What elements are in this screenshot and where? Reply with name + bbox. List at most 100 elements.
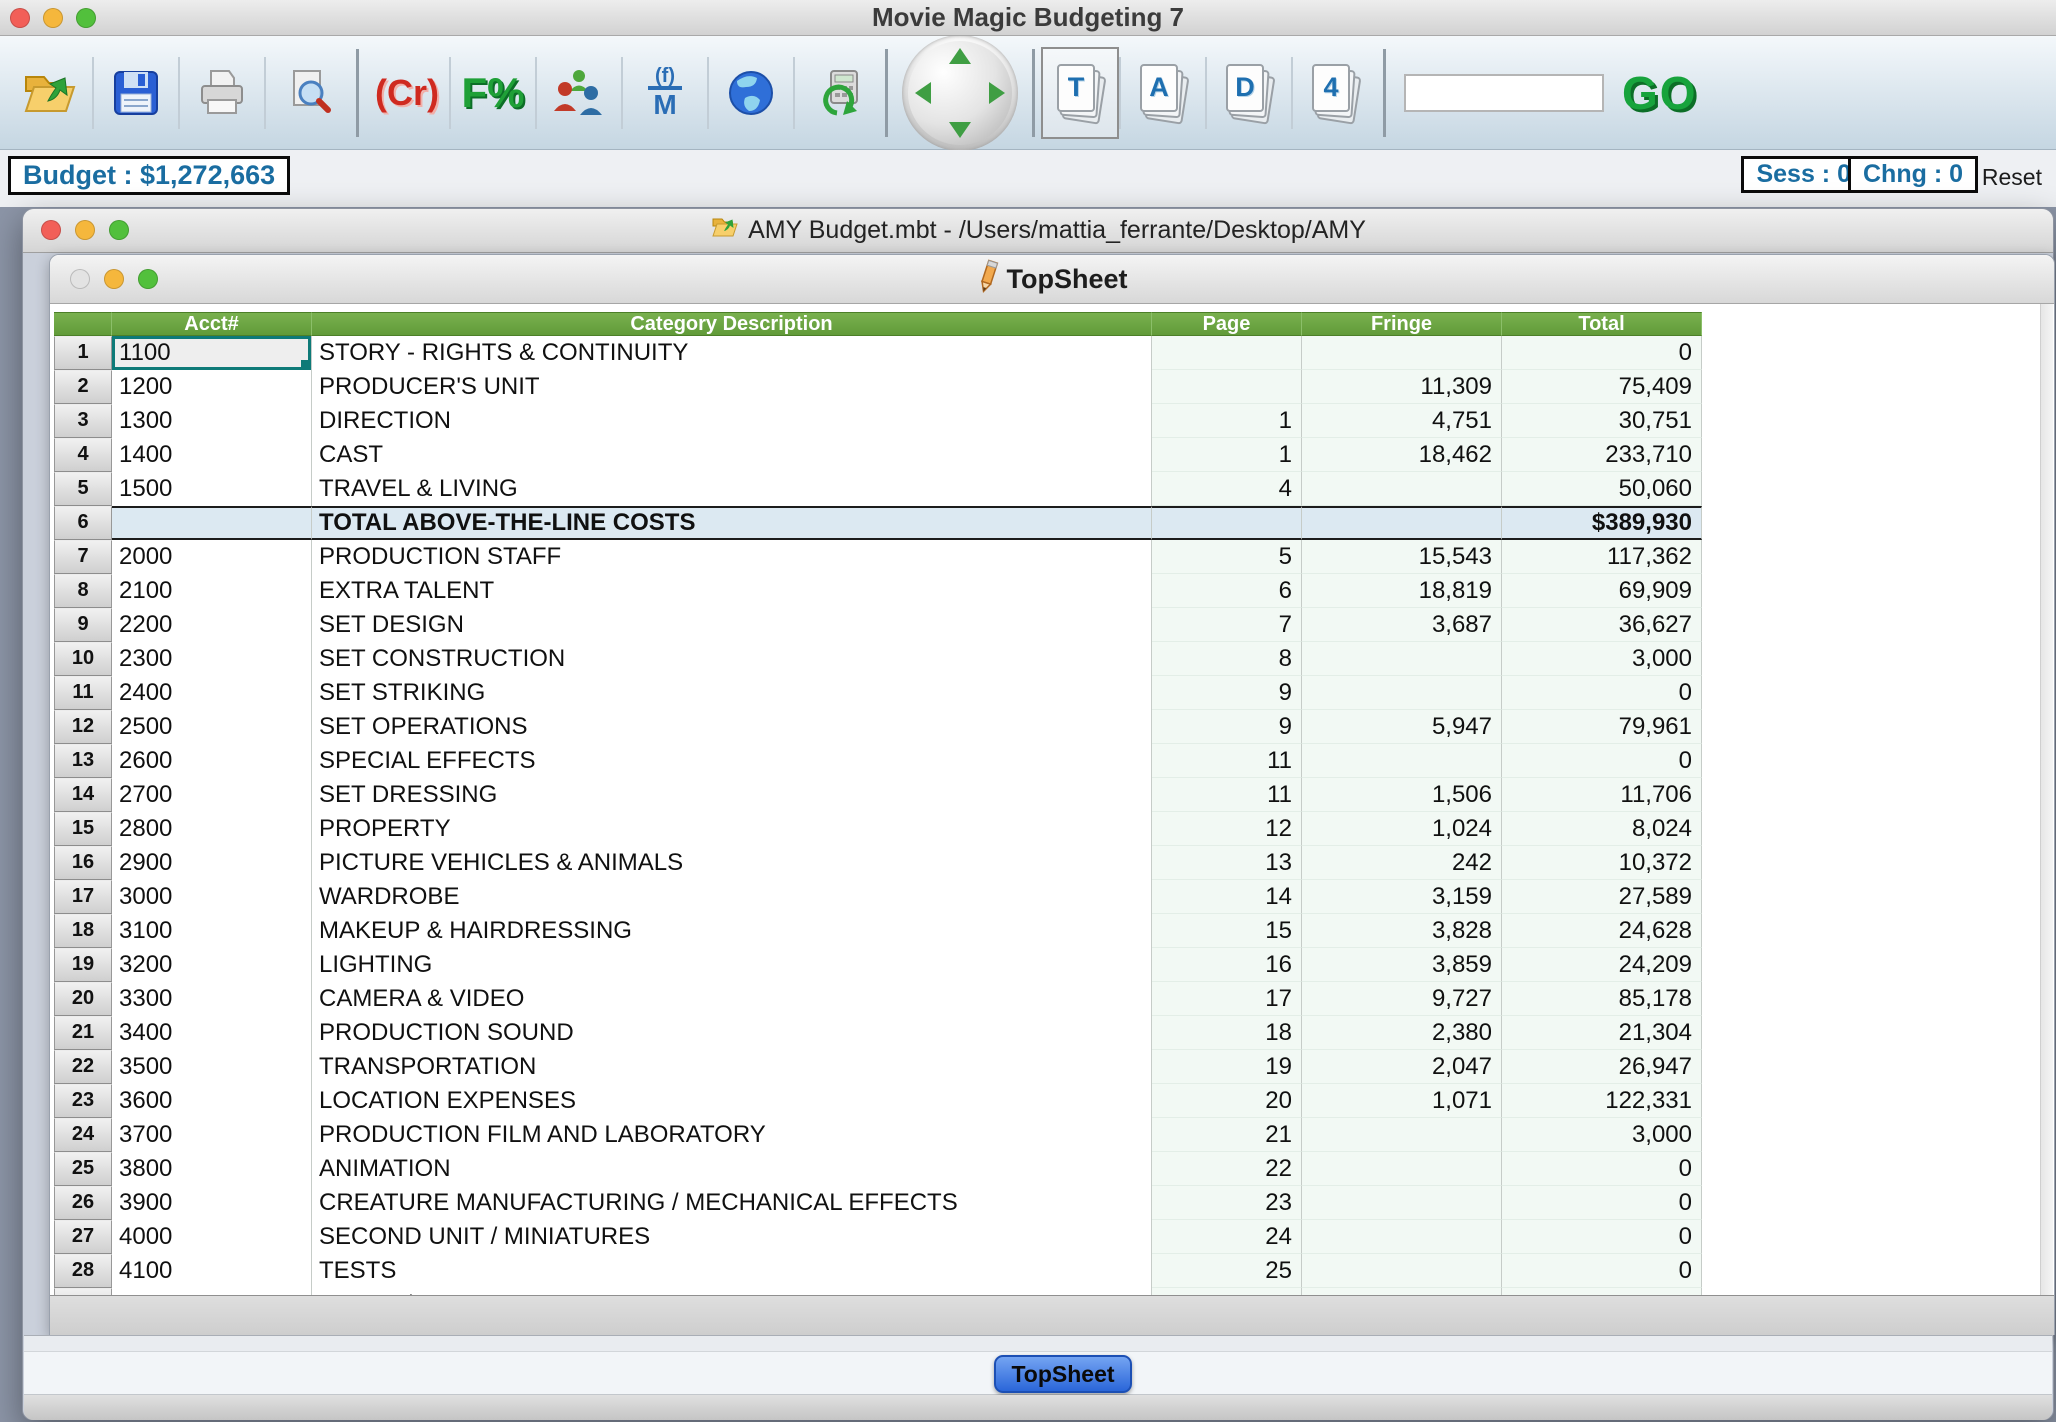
cell-acct[interactable]: 2800: [112, 812, 312, 846]
cell-acct[interactable]: 2900: [112, 846, 312, 880]
row-number[interactable]: 15: [54, 812, 112, 846]
cell-total[interactable]: 24,209: [1502, 948, 1702, 982]
open-file-button[interactable]: [8, 43, 92, 143]
cell-total[interactable]: 75,409: [1502, 370, 1702, 404]
close-button[interactable]: [41, 220, 61, 240]
row-number[interactable]: 27: [54, 1220, 112, 1254]
cell-page[interactable]: 1: [1152, 404, 1302, 438]
cell-desc[interactable]: TESTS: [312, 1254, 1152, 1288]
nav-up-icon[interactable]: [949, 48, 971, 64]
cell-total[interactable]: 122,331: [1502, 1084, 1702, 1118]
cell-acct[interactable]: 3700: [112, 1118, 312, 1152]
cell-total[interactable]: 0: [1502, 1254, 1702, 1288]
cell-fringe[interactable]: 15,543: [1302, 540, 1502, 574]
cell-total[interactable]: 0: [1502, 1220, 1702, 1254]
cell-fringe[interactable]: 1,024: [1302, 812, 1502, 846]
row-number[interactable]: 16: [54, 846, 112, 880]
cell-acct[interactable]: 3900: [112, 1186, 312, 1220]
cell-total[interactable]: 0: [1502, 676, 1702, 710]
cell-desc[interactable]: SET OPERATIONS: [312, 710, 1152, 744]
account-level-button[interactable]: A: [1121, 43, 1205, 143]
cell-desc[interactable]: SET DRESSING: [312, 778, 1152, 812]
cell-total[interactable]: 117,362: [1502, 540, 1702, 574]
go-input[interactable]: [1404, 74, 1604, 112]
cell-fringe[interactable]: [1302, 676, 1502, 710]
cell-fringe[interactable]: [1302, 1288, 1502, 1295]
cell-fringe[interactable]: 9,727: [1302, 982, 1502, 1016]
row-number[interactable]: 29: [54, 1288, 112, 1295]
cell-desc[interactable]: EXTRA TALENT: [312, 574, 1152, 608]
row-number[interactable]: 7: [54, 540, 112, 574]
cell-fringe[interactable]: [1302, 1152, 1502, 1186]
cell-acct[interactable]: 3300: [112, 982, 312, 1016]
cell-fringe[interactable]: 3,859: [1302, 948, 1502, 982]
cell-acct[interactable]: 2000: [112, 540, 312, 574]
cell-page[interactable]: 14: [1152, 880, 1302, 914]
vertical-scrollbar[interactable]: [2040, 304, 2053, 1295]
cell-acct[interactable]: 3400: [112, 1016, 312, 1050]
recalculate-button[interactable]: [795, 43, 879, 143]
cell-total[interactable]: 3,000: [1502, 1118, 1702, 1152]
detail-level-button[interactable]: D: [1207, 43, 1291, 143]
horizontal-scrollbar[interactable]: [50, 1295, 2054, 1335]
cell-page[interactable]: 1: [1152, 438, 1302, 472]
cell-acct[interactable]: 3100: [112, 914, 312, 948]
cell-total[interactable]: 36,627: [1502, 608, 1702, 642]
row-number[interactable]: 11: [54, 676, 112, 710]
cell-desc[interactable]: CAST: [312, 438, 1152, 472]
cell-fringe[interactable]: 11,309: [1302, 370, 1502, 404]
cell-desc[interactable]: MAKEUP & HAIRDRESSING: [312, 914, 1152, 948]
cell-total[interactable]: 0: [1502, 336, 1702, 370]
cell-acct[interactable]: 1200: [112, 370, 312, 404]
minimize-button[interactable]: [43, 8, 63, 28]
row-number[interactable]: 25: [54, 1152, 112, 1186]
web-button[interactable]: [709, 43, 793, 143]
cell-page[interactable]: 26: [1152, 1288, 1302, 1295]
row-number[interactable]: 5: [54, 472, 112, 506]
row-number[interactable]: 14: [54, 778, 112, 812]
topsheet-level-button[interactable]: T: [1041, 47, 1119, 139]
row-number[interactable]: 13: [54, 744, 112, 778]
reset-button[interactable]: Reset: [1982, 164, 2042, 191]
minimize-button[interactable]: [75, 220, 95, 240]
row-number[interactable]: 6: [54, 506, 112, 540]
cell-page[interactable]: 23: [1152, 1186, 1302, 1220]
cell-desc[interactable]: CREATURE MANUFACTURING / MECHANICAL EFFE…: [312, 1186, 1152, 1220]
cell-page[interactable]: 18: [1152, 1016, 1302, 1050]
cell-total[interactable]: 3,000: [1502, 642, 1702, 676]
nav-down-icon[interactable]: [949, 122, 971, 138]
cell-fringe[interactable]: 5,947: [1302, 710, 1502, 744]
cell-desc[interactable]: DIRECTION: [312, 404, 1152, 438]
cell-acct[interactable]: 3200: [112, 948, 312, 982]
cell-page[interactable]: [1152, 336, 1302, 370]
cell-total[interactable]: 79,961: [1502, 710, 1702, 744]
cell-total[interactable]: 0: [1502, 1152, 1702, 1186]
cell-total[interactable]: 24,628: [1502, 914, 1702, 948]
cell-fringe[interactable]: [1302, 1254, 1502, 1288]
cell-total[interactable]: 0: [1502, 1288, 1702, 1295]
row-number[interactable]: 22: [54, 1050, 112, 1084]
cell-total[interactable]: 85,178: [1502, 982, 1702, 1016]
cell-desc[interactable]: PRODUCTION STAFF: [312, 540, 1152, 574]
cell-total[interactable]: 10,372: [1502, 846, 1702, 880]
cell-page[interactable]: 6: [1152, 574, 1302, 608]
cell-fringe[interactable]: [1302, 642, 1502, 676]
cell-page[interactable]: 24: [1152, 1220, 1302, 1254]
cell-desc[interactable]: SECOND UNIT / MINIATURES: [312, 1220, 1152, 1254]
row-number[interactable]: 20: [54, 982, 112, 1016]
row-number[interactable]: 17: [54, 880, 112, 914]
cell-page[interactable]: 16: [1152, 948, 1302, 982]
cell-acct[interactable]: 3800: [112, 1152, 312, 1186]
save-button[interactable]: [94, 43, 178, 143]
cell-desc[interactable]: PRODUCTION SOUND: [312, 1016, 1152, 1050]
row-number[interactable]: 2: [54, 370, 112, 404]
cell-acct[interactable]: 2500: [112, 710, 312, 744]
row-number[interactable]: 18: [54, 914, 112, 948]
row-number[interactable]: 23: [54, 1084, 112, 1118]
row-number[interactable]: 8: [54, 574, 112, 608]
currencies-button[interactable]: (Cr): [365, 43, 449, 143]
close-button[interactable]: [10, 8, 30, 28]
cell-desc[interactable]: WARDROBE: [312, 880, 1152, 914]
cell-acct[interactable]: 4100: [112, 1254, 312, 1288]
cell-page[interactable]: 21: [1152, 1118, 1302, 1152]
